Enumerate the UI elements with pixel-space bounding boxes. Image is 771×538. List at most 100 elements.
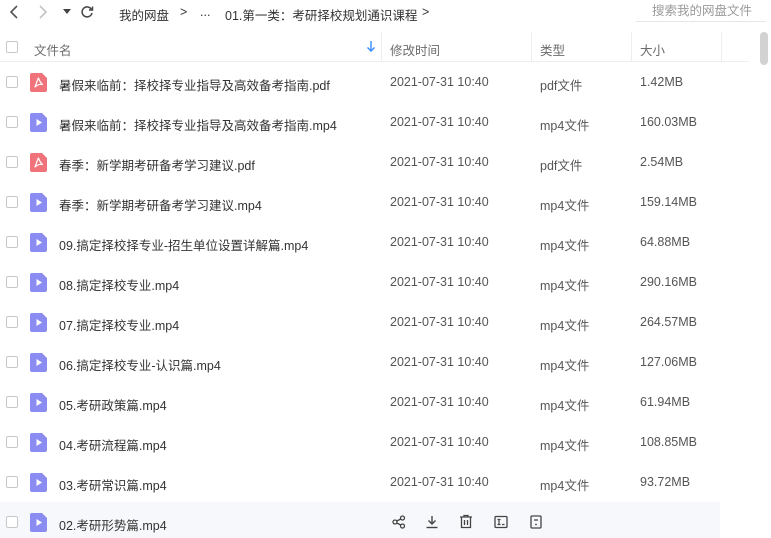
file-name[interactable]: 暑假来临前：择校择专业指导及高效备考指南.mp4 (59, 115, 337, 134)
file-row[interactable]: 02.考研形势篇.mp4 (0, 502, 720, 538)
file-row[interactable]: 06.搞定择校专业-认识篇.mp4 2021-07-31 10:40 mp4文件 12… (0, 342, 720, 382)
delete-icon (459, 514, 472, 529)
file-size: 64.88MB (640, 235, 691, 249)
file-name[interactable]: 暑假来临前：择校择专业指导及高效备考指南.pdf (59, 75, 330, 94)
refresh-button[interactable] (78, 3, 96, 21)
video-icon (30, 473, 47, 492)
file-row-checkbox[interactable] (6, 356, 18, 368)
file-row-checkbox[interactable] (6, 476, 18, 488)
breadcrumb-my-drive[interactable]: 我的网盘 (119, 5, 169, 24)
file-size: 2.54MB (640, 155, 684, 169)
file-size: 127.06MB (640, 355, 697, 369)
file-row[interactable]: 春季：新学期考研备考学习建议.mp4 2021-07-31 10:40 mp4文件 1… (0, 182, 720, 222)
file-row[interactable]: 08.搞定择校专业.mp4 2021-07-31 10:40 mp4文件 290.16… (0, 262, 720, 302)
file-size: 61.94MB (640, 395, 691, 409)
rename-button[interactable] (492, 513, 509, 530)
file-name[interactable]: 春季：新学期考研备考学习建议.pdf (59, 155, 255, 174)
file-modified-time: 2021-07-31 10:40 (390, 435, 489, 449)
file-row[interactable]: 春季：新学期考研备考学习建议.pdf 2021-07-31 10:40 pdf文件 2… (0, 142, 720, 182)
file-row[interactable]: 暑假来临前：择校择专业指导及高效备考指南.mp4 2021-07-31 10:40… (0, 102, 720, 142)
file-row-checkbox[interactable] (6, 436, 18, 448)
file-name[interactable]: 02.考研形势篇.mp4 (59, 515, 167, 534)
file-type: mp4文件 (540, 439, 590, 453)
file-name[interactable]: 春季：新学期考研备考学习建议.mp4 (59, 195, 262, 214)
share-button[interactable] (390, 513, 407, 530)
file-modified-time: 2021-07-31 10:40 (390, 235, 489, 249)
video-icon (30, 433, 47, 452)
file-row-checkbox[interactable] (6, 396, 18, 408)
delete-button[interactable] (457, 513, 474, 530)
column-header-type[interactable]: 类型 (540, 40, 565, 59)
history-dropdown-button[interactable] (58, 3, 76, 21)
breadcrumb-current-folder[interactable]: 01.第一类：考研择校规划通识课程 (225, 5, 417, 24)
file-modified-time: 2021-07-31 10:40 (390, 395, 489, 409)
column-header-name[interactable]: 文件名 (34, 40, 72, 59)
file-type: mp4文件 (540, 319, 590, 333)
file-name[interactable]: 09.搞定择校择专业-招生单位设置详解篇.mp4 (59, 235, 308, 254)
file-row-checkbox[interactable] (6, 76, 18, 88)
file-row-checkbox[interactable] (6, 316, 18, 328)
file-size: 159.14MB (640, 195, 697, 209)
file-modified-time: 2021-07-31 10:40 (390, 315, 489, 329)
video-icon (30, 393, 47, 412)
download-button[interactable] (423, 513, 440, 530)
sort-arrow-down-icon[interactable] (366, 41, 376, 53)
select-all-checkbox[interactable] (6, 41, 18, 53)
back-button[interactable] (5, 3, 23, 21)
file-modified-time: 2021-07-31 10:40 (390, 475, 489, 489)
file-name[interactable]: 08.搞定择校专业.mp4 (59, 275, 179, 294)
file-row[interactable]: 07.搞定择校专业.mp4 2021-07-31 10:40 mp4文件 264.57… (0, 302, 720, 342)
file-row[interactable]: 04.考研流程篇.mp4 2021-07-31 10:40 mp4文件 108.85M… (0, 422, 720, 462)
column-divider[interactable] (531, 32, 532, 62)
breadcrumb-ellipsis[interactable]: ... (200, 5, 210, 19)
video-icon (30, 193, 47, 212)
file-name[interactable]: 06.搞定择校专业-认识篇.mp4 (59, 355, 221, 374)
video-icon (30, 513, 47, 532)
file-type: mp4文件 (540, 399, 590, 413)
chevron-right-icon (39, 5, 48, 19)
scrollbar-track[interactable] (756, 30, 771, 538)
file-name[interactable]: 04.考研流程篇.mp4 (59, 435, 167, 454)
pdf-icon (30, 73, 47, 92)
file-row[interactable]: 09.搞定择校择专业-招生单位设置详解篇.mp4 2021-07-31 10:40… (0, 222, 720, 262)
file-size: 93.72MB (640, 475, 691, 489)
column-divider[interactable] (381, 32, 382, 62)
search-box (636, 2, 766, 22)
column-divider[interactable] (721, 32, 722, 62)
breadcrumb-separator: > (422, 5, 430, 19)
file-row-checkbox[interactable] (6, 196, 18, 208)
file-row[interactable]: 暑假来临前：择校择专业指导及高效备考指南.pdf 2021-07-31 10:40… (0, 62, 720, 102)
more-button[interactable] (527, 513, 544, 530)
file-list-header: 文件名 修改时间 类型 大小 (0, 32, 749, 62)
file-modified-time: 2021-07-31 10:40 (390, 275, 489, 289)
column-header-size[interactable]: 大小 (640, 40, 665, 59)
top-bar: 我的网盘 > ... 01.第一类：考研择校规划通识课程 > (0, 0, 771, 26)
file-row-checkbox[interactable] (6, 276, 18, 288)
forward-button[interactable] (34, 3, 52, 21)
file-row[interactable]: 05.考研政策篇.mp4 2021-07-31 10:40 mp4文件 61.94MB (0, 382, 720, 422)
file-modified-time: 2021-07-31 10:40 (390, 75, 489, 89)
file-name[interactable]: 07.搞定择校专业.mp4 (59, 315, 179, 334)
file-size: 160.03MB (640, 115, 697, 129)
file-row[interactable]: 03.考研常识篇.mp4 2021-07-31 10:40 mp4文件 93.72MB (0, 462, 720, 502)
file-row-checkbox[interactable] (6, 236, 18, 248)
file-row-checkbox[interactable] (6, 116, 18, 128)
column-divider[interactable] (631, 32, 632, 62)
scrollbar-thumb[interactable] (760, 32, 768, 65)
video-icon (30, 113, 47, 132)
search-input[interactable] (636, 2, 766, 20)
pdf-icon (30, 153, 47, 172)
file-name[interactable]: 05.考研政策篇.mp4 (59, 395, 167, 414)
video-icon (30, 313, 47, 332)
file-type: mp4文件 (540, 359, 590, 373)
file-row-checkbox[interactable] (6, 516, 18, 528)
file-modified-time: 2021-07-31 10:40 (390, 115, 489, 129)
file-type: mp4文件 (540, 119, 590, 133)
column-header-modified[interactable]: 修改时间 (390, 40, 440, 59)
download-icon (426, 515, 437, 528)
file-row-checkbox[interactable] (6, 156, 18, 168)
share-icon (391, 514, 405, 529)
file-modified-time: 2021-07-31 10:40 (390, 195, 489, 209)
more-icon (529, 514, 542, 529)
file-name[interactable]: 03.考研常识篇.mp4 (59, 475, 167, 494)
